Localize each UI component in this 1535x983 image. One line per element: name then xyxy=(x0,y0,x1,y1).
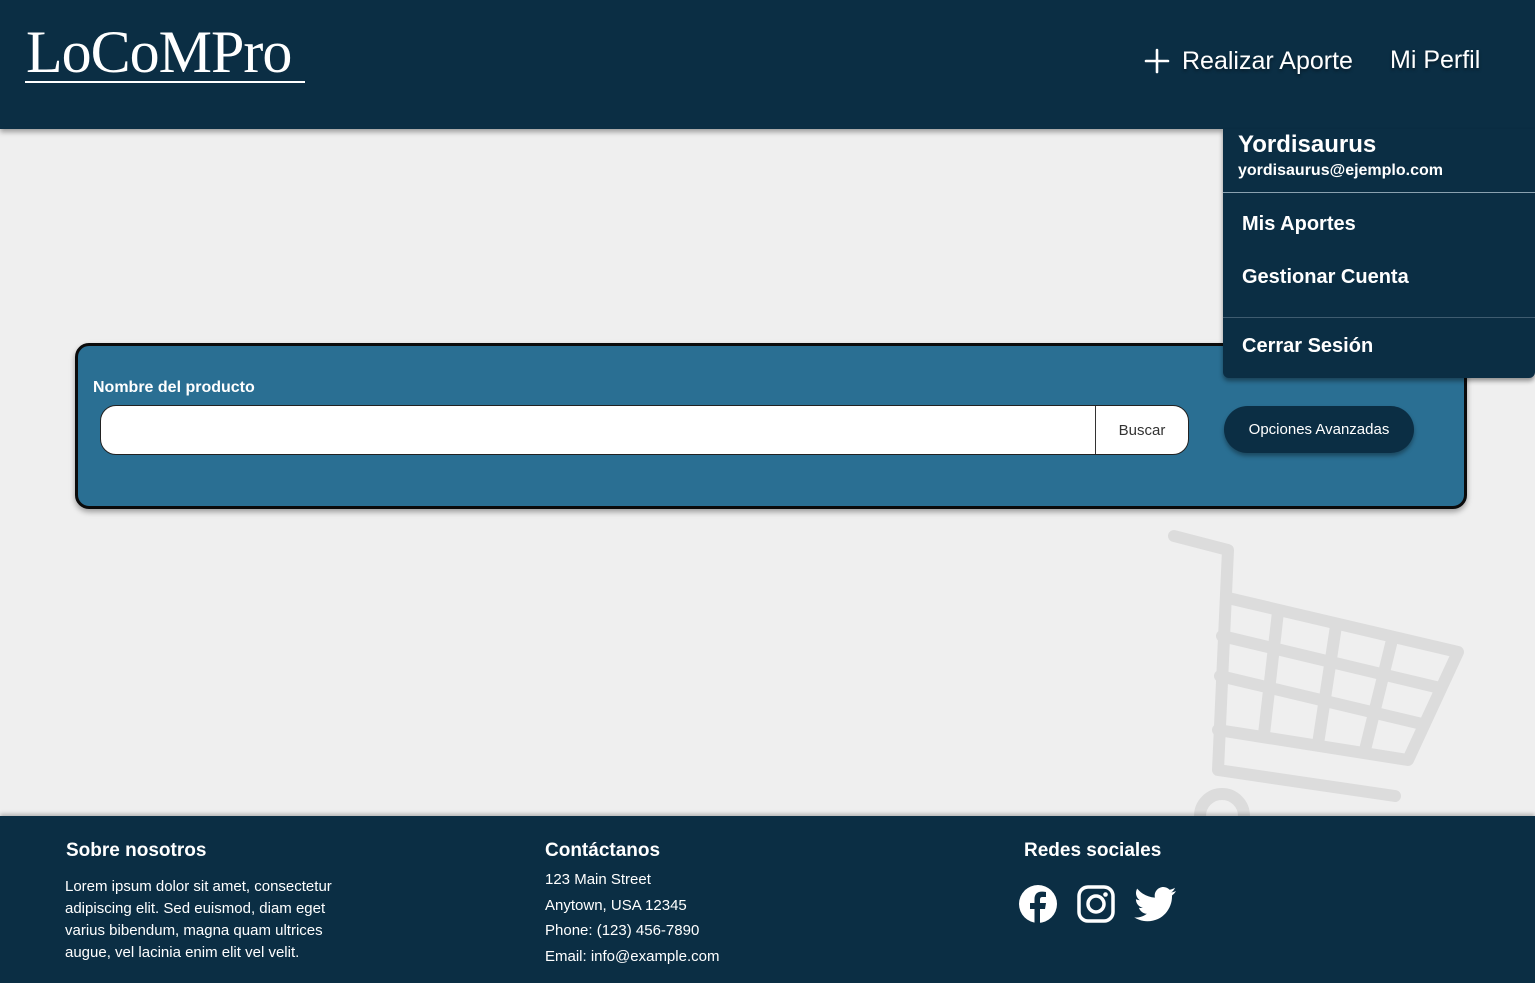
user-name: Yordisaurus xyxy=(1238,131,1377,158)
about-title: Sobre nosotros xyxy=(66,840,207,861)
menu-item-cerrar-sesion[interactable]: Cerrar Sesión xyxy=(1242,335,1373,358)
logo-underline xyxy=(25,81,305,83)
twitter-icon[interactable] xyxy=(1134,884,1178,929)
instagram-icon[interactable] xyxy=(1076,884,1116,929)
profile-dropdown: Yordisaurus yordisaurus@ejemplo.com Mis … xyxy=(1223,129,1535,378)
header: LoCoMPro Realizar Aporte Mi Perfil xyxy=(0,0,1535,129)
divider xyxy=(1223,317,1535,318)
advanced-options-button[interactable]: Opciones Avanzadas xyxy=(1224,406,1414,453)
contact-city: Anytown, USA 12345 xyxy=(545,897,687,914)
divider xyxy=(1223,192,1535,193)
about-line: augue, vel lacinia enim elit vel velit. xyxy=(65,944,300,961)
plus-icon xyxy=(1144,48,1170,74)
about-line: adipiscing elit. Sed euismod, diam eget xyxy=(65,900,326,917)
about-line: varius bibendum, magna quam ultrices xyxy=(65,922,323,939)
shopping-cart-icon xyxy=(1160,520,1480,844)
facebook-icon[interactable] xyxy=(1018,884,1058,929)
contact-address: 123 Main Street xyxy=(545,871,651,888)
mi-perfil-link[interactable]: Mi Perfil xyxy=(1390,46,1480,75)
search-bar: Buscar xyxy=(100,405,1189,455)
social-links xyxy=(1018,884,1178,929)
about-text: Lorem ipsum dolor sit amet, consectetur … xyxy=(65,876,332,964)
search-input[interactable] xyxy=(101,406,1095,454)
contact-phone: Phone: (123) 456-7890 xyxy=(545,922,700,939)
search-button[interactable]: Buscar xyxy=(1095,406,1188,454)
contact-email[interactable]: Email: info@example.com xyxy=(545,948,719,965)
menu-item-mis-aportes[interactable]: Mis Aportes xyxy=(1242,213,1356,236)
footer: Sobre nosotros Lorem ipsum dolor sit ame… xyxy=(0,816,1535,983)
logo[interactable]: LoCoMPro xyxy=(26,22,292,82)
user-email: yordisaurus@ejemplo.com xyxy=(1238,162,1443,179)
realizar-aporte-label: Realizar Aporte xyxy=(1182,46,1353,75)
product-name-label: Nombre del producto xyxy=(93,379,255,396)
menu-item-gestionar-cuenta[interactable]: Gestionar Cuenta xyxy=(1242,266,1409,289)
about-line: Lorem ipsum dolor sit amet, consectetur xyxy=(65,878,332,895)
contact-title: Contáctanos xyxy=(545,840,661,861)
social-title: Redes sociales xyxy=(1024,840,1162,861)
realizar-aporte-link[interactable]: Realizar Aporte xyxy=(1144,44,1353,78)
